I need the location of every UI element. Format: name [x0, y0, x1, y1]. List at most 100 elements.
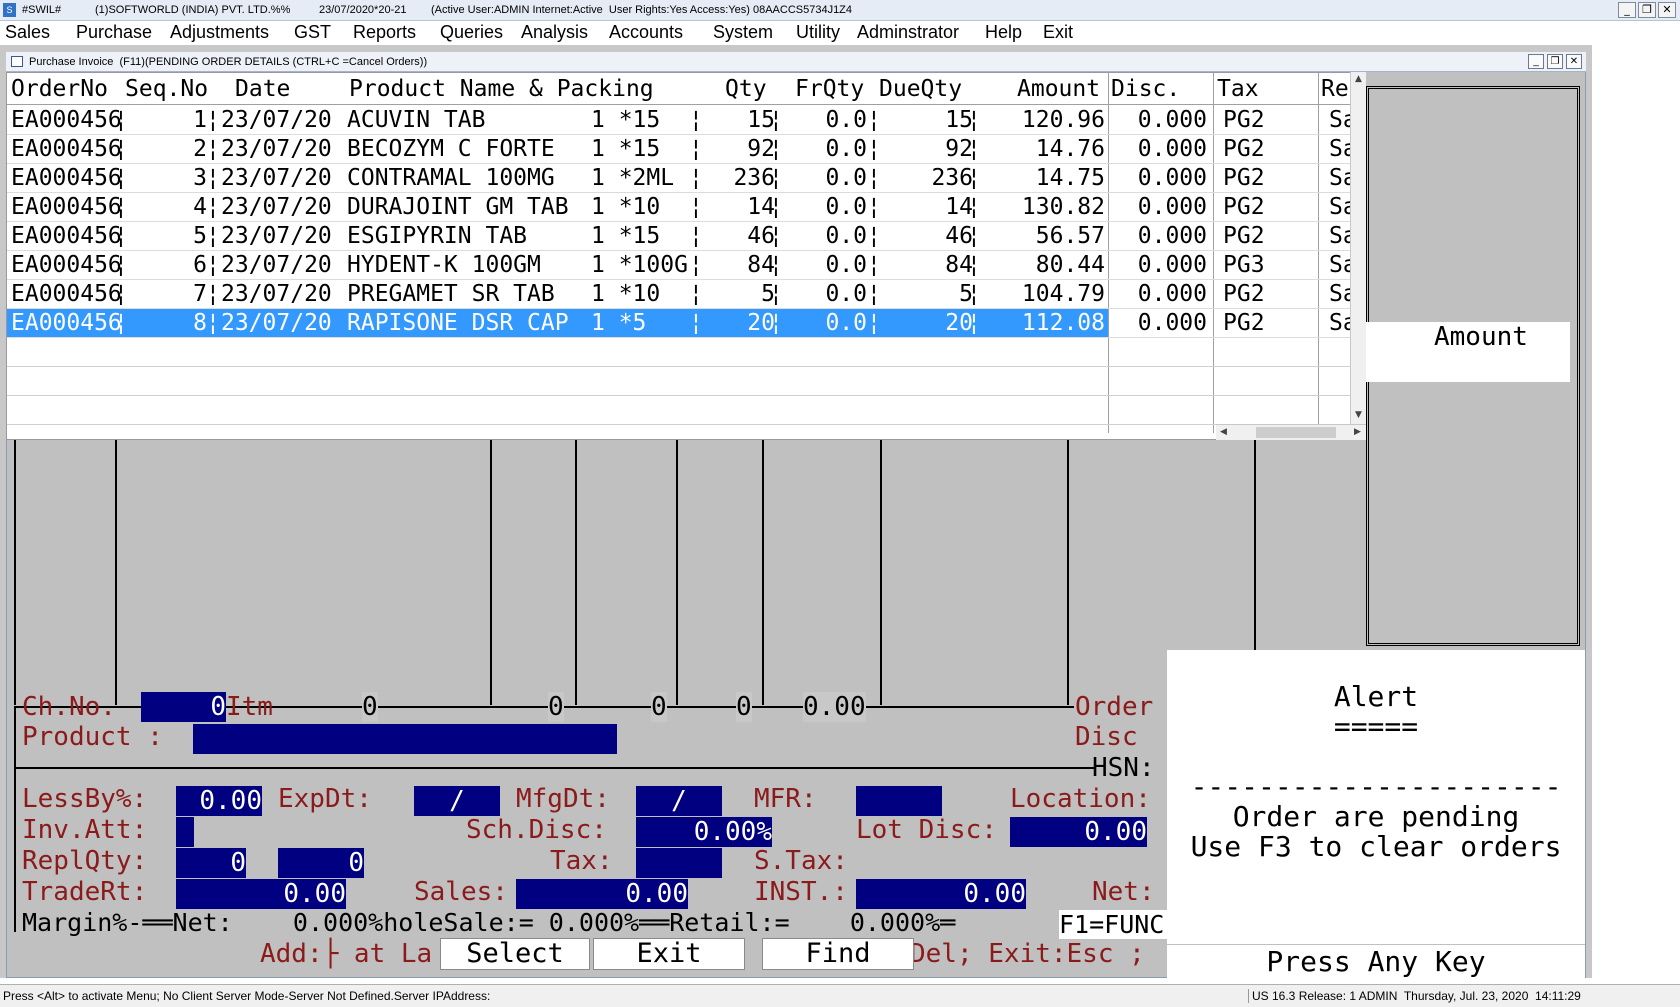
scroll-up-icon[interactable]: ▲ [1351, 72, 1366, 87]
divider-line [14, 767, 1094, 769]
expdt-field[interactable]: / [414, 786, 500, 816]
table-row[interactable]: EA000456 1 23/07/20 ACUVIN TAB 1 *15 15 0.0 15 1… [7, 106, 1359, 135]
cell-disc: 0.000 [1137, 223, 1207, 249]
col-disc[interactable]: Disc. [1111, 76, 1180, 102]
menu-exit[interactable]: Exit [1043, 22, 1073, 43]
chno-field[interactable]: 0 [141, 692, 226, 722]
schdisc-field[interactable]: 0.00% [636, 817, 772, 847]
sub-restore-button[interactable]: ❐ [1547, 54, 1563, 69]
cell-packing: 1 *100G [591, 252, 688, 278]
scroll-thumb[interactable] [1256, 427, 1336, 438]
menu-sales[interactable]: Sales [5, 22, 50, 43]
find-button[interactable]: Find [762, 938, 914, 970]
cell-dueqty: 84 [945, 252, 973, 278]
column-line [880, 440, 882, 705]
col-amount[interactable]: Amount [1017, 76, 1100, 102]
cell-date: 23/07/20 [221, 165, 332, 191]
table-row[interactable]: EA000456 2 23/07/20 BECOZYM C FORTE 1 *15 92 0… [7, 135, 1359, 164]
product-field[interactable] [193, 724, 617, 754]
lotdisc-field[interactable]: 0.00 [1010, 817, 1147, 847]
stax-label: S.Tax: [754, 846, 848, 876]
table-row[interactable]: EA000456 7 23/07/20 PREGAMET SR TAB 1 *10 5 0.… [7, 280, 1359, 309]
scroll-right-icon[interactable]: ▶ [1350, 425, 1365, 440]
total-amount: 0.00 [803, 692, 866, 722]
menu-accounts[interactable]: Accounts [609, 22, 683, 43]
sub-minimize-button[interactable]: _ [1528, 54, 1544, 69]
mfgdt-field[interactable]: / [636, 786, 722, 816]
total-dueqty: 0 [736, 692, 752, 722]
scroll-left-icon[interactable]: ◀ [1216, 425, 1231, 440]
vertical-scrollbar[interactable]: ▲ ▼ [1350, 72, 1366, 424]
col-product[interactable]: Product Name & Packing [349, 76, 654, 102]
menu-gst[interactable]: GST [294, 22, 331, 43]
replqty-free-field[interactable]: 0 [278, 848, 364, 878]
cell-divider: ¦ [967, 310, 981, 336]
menu-reports[interactable]: Reports [353, 22, 416, 43]
table-row[interactable]: EA000456 3 23/07/20 CONTRAMAL 100MG 1 *2ML 23… [7, 164, 1359, 193]
menu-utility[interactable]: Utility [796, 22, 840, 43]
restore-button[interactable]: ❐ [1638, 2, 1656, 18]
window-title: Purchase Invoice (F11)(PENDING ORDER DET… [29, 56, 428, 68]
menu-queries[interactable]: Queries [440, 22, 503, 43]
sub-close-button[interactable]: ✕ [1566, 54, 1582, 69]
cell-dueqty: 236 [931, 165, 973, 191]
col-tax[interactable]: Tax [1217, 76, 1259, 102]
menu-purchase[interactable]: Purchase [76, 22, 152, 43]
cell-seq: 2 [193, 136, 207, 162]
col-re[interactable]: Re [1321, 76, 1349, 102]
inst-field[interactable]: 0.00 [856, 879, 1026, 909]
cell-disc: 0.000 [1137, 310, 1207, 336]
cell-product: PREGAMET SR TAB [347, 281, 555, 307]
mfr-field[interactable] [856, 786, 942, 816]
tax-field[interactable] [636, 848, 722, 878]
cell-seq: 4 [193, 194, 207, 220]
table-row[interactable]: EA000456 8 23/07/20 RAPISONE DSR CAP 1 *5 20 0… [7, 309, 1359, 338]
menu-adjustments[interactable]: Adjustments [170, 22, 269, 43]
sales-field[interactable]: 0.00 [516, 879, 688, 909]
menu-analysis[interactable]: Analysis [521, 22, 588, 43]
menu-help[interactable]: Help [985, 22, 1022, 43]
empty-row [7, 367, 1359, 396]
cell-divider: ¦ [867, 223, 881, 249]
select-button[interactable]: Select [440, 938, 590, 970]
cell-divider: ¦ [114, 136, 128, 162]
col-date[interactable]: Date [235, 76, 290, 102]
table-row[interactable]: EA000456 4 23/07/20 DURAJOINT GM TAB 1 *10 14… [7, 193, 1359, 222]
cell-divider: ¦ [967, 223, 981, 249]
cell-date: 23/07/20 [221, 281, 332, 307]
cell-tax: PG2 [1223, 194, 1265, 220]
exit-button[interactable]: Exit [593, 938, 745, 970]
cell-date: 23/07/20 [221, 223, 332, 249]
tradert-field[interactable]: 0.00 [176, 879, 346, 909]
col-seqno[interactable]: Seq.No [125, 76, 208, 102]
user-status: (Active User:ADMIN Internet:Active User … [431, 4, 853, 16]
menu-system[interactable]: System [713, 22, 773, 43]
invatt-field[interactable] [176, 817, 194, 847]
table-row[interactable]: EA000456 5 23/07/20 ESGIPYRIN TAB 1 *15 46 0.0… [7, 222, 1359, 251]
horizontal-scrollbar[interactable]: ◀ ▶ [1216, 424, 1366, 440]
minimize-button[interactable]: _ [1618, 2, 1636, 18]
cell-qty: 20 [747, 310, 775, 336]
empty-row [7, 338, 1359, 367]
net-label: Net: [1092, 877, 1155, 907]
cell-amount: 104.79 [1021, 281, 1105, 307]
cell-disc: 0.000 [1137, 252, 1207, 278]
cell-dueqty: 46 [945, 223, 973, 249]
col-orderno[interactable]: OrderNo [11, 76, 108, 102]
cell-packing: 1 *15 [591, 107, 661, 133]
invatt-label: Inv.Att: [22, 815, 148, 845]
col-dueqty[interactable]: DueQty [879, 76, 962, 102]
lessby-field[interactable]: 0.00 [176, 786, 262, 816]
total-items: 0 [362, 692, 378, 722]
order-label: Order [1075, 692, 1154, 722]
col-qty[interactable]: Qty [725, 76, 767, 102]
table-row[interactable]: EA000456 6 23/07/20 HYDENT-K 100GM 1 *100G 84… [7, 251, 1359, 280]
scroll-down-icon[interactable]: ▼ [1351, 408, 1366, 423]
cell-divider: ¦ [867, 310, 881, 336]
col-frqty[interactable]: FrQty [795, 76, 864, 102]
press-any-key[interactable]: Press Any Key [1167, 944, 1585, 978]
menu-adminstrator[interactable]: Adminstrator [857, 22, 959, 43]
close-button[interactable]: ✕ [1658, 2, 1676, 18]
cell-packing: 1 *10 [591, 281, 661, 307]
replqty-field[interactable]: 0 [176, 848, 246, 878]
